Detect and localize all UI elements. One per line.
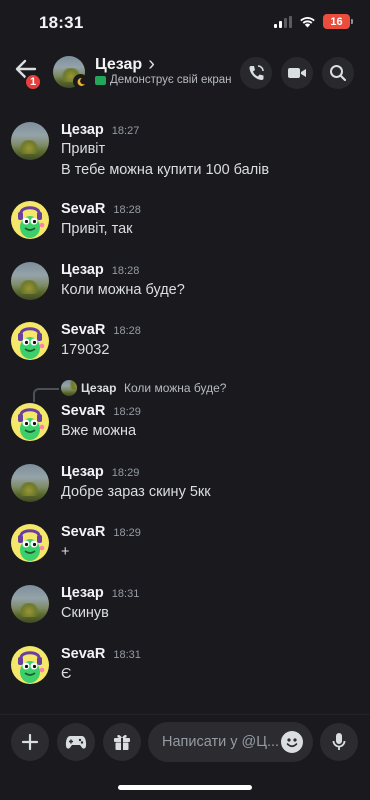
message-timestamp: 18:31 bbox=[113, 649, 141, 661]
avatar[interactable] bbox=[11, 403, 49, 441]
emoji-button[interactable] bbox=[281, 731, 303, 753]
message-text: Коли можна буде? bbox=[61, 282, 185, 298]
avatar[interactable] bbox=[11, 585, 49, 623]
battery-level: 16 bbox=[330, 15, 343, 28]
message-text: В тебе можна купити 100 балів bbox=[61, 162, 270, 178]
message-composer: Написати у @Ц... bbox=[0, 714, 370, 768]
message-text: Є bbox=[61, 666, 72, 682]
message-author[interactable]: SevaR bbox=[61, 524, 105, 540]
message-author[interactable]: Цезар bbox=[61, 262, 104, 278]
message-text: Привіт bbox=[61, 141, 106, 157]
message-text: Привіт, так bbox=[61, 221, 133, 237]
status-bar: 18:31 16 bbox=[0, 0, 370, 46]
message-timestamp: 18:28 bbox=[113, 325, 141, 337]
avatar[interactable] bbox=[11, 322, 49, 360]
message-input-placeholder: Написати у @Ц... bbox=[162, 734, 280, 750]
chevron-right-icon: › bbox=[148, 53, 155, 75]
message-author[interactable]: SevaR bbox=[61, 403, 105, 419]
avatar-character bbox=[18, 651, 45, 683]
gift-button[interactable] bbox=[103, 723, 141, 761]
avatar-character bbox=[18, 408, 45, 440]
avatar[interactable] bbox=[11, 524, 49, 562]
reply-author: Цезар bbox=[81, 381, 117, 395]
plus-icon bbox=[21, 733, 39, 751]
message-timestamp: 18:29 bbox=[113, 406, 141, 418]
wifi-icon bbox=[300, 16, 315, 27]
avatar-character bbox=[18, 327, 45, 359]
unread-badge: 1 bbox=[24, 73, 42, 91]
reply-text: Коли можна буде? bbox=[124, 381, 227, 395]
battery-indicator: 16 bbox=[323, 14, 353, 29]
video-camera-icon bbox=[288, 68, 306, 78]
message-author[interactable]: SevaR bbox=[61, 201, 105, 217]
message-text: Добре зараз скину 5кк bbox=[61, 484, 211, 500]
avatar-character bbox=[18, 529, 45, 561]
avatar[interactable] bbox=[11, 122, 49, 160]
video-call-button[interactable] bbox=[281, 57, 313, 89]
message-timestamp: 18:28 bbox=[113, 204, 141, 216]
message-text: Скинув bbox=[61, 605, 109, 621]
avatar[interactable] bbox=[11, 262, 49, 300]
message-author[interactable]: Цезар bbox=[61, 122, 104, 138]
reply-avatar bbox=[61, 380, 77, 396]
avatar[interactable] bbox=[11, 646, 49, 684]
microphone-icon bbox=[332, 733, 346, 750]
search-icon bbox=[330, 65, 347, 82]
chat-header: 1 Цезар › Демонструє свій екран bbox=[0, 46, 370, 100]
message-author[interactable]: SevaR bbox=[61, 646, 105, 662]
message-text: + bbox=[61, 544, 70, 560]
avatar-character bbox=[18, 206, 45, 238]
gift-icon bbox=[114, 735, 130, 750]
message-text: Вже можна bbox=[61, 423, 137, 439]
call-button[interactable] bbox=[240, 57, 272, 89]
message-timestamp: 18:28 bbox=[111, 265, 140, 277]
gamepad-icon bbox=[65, 736, 87, 749]
reply-reference[interactable]: Цезар Коли можна буде? bbox=[33, 380, 363, 402]
idle-status-icon bbox=[73, 74, 88, 89]
add-attachment-button[interactable] bbox=[11, 723, 49, 761]
search-button[interactable] bbox=[322, 57, 354, 89]
reply-spine bbox=[33, 388, 59, 402]
screen-share-icon bbox=[95, 75, 106, 85]
phone-icon bbox=[249, 65, 264, 80]
channel-name[interactable]: Цезар › bbox=[95, 53, 155, 76]
avatar[interactable] bbox=[11, 201, 49, 239]
activity-text: Демонструє свій екран bbox=[110, 74, 232, 86]
message-input[interactable]: Написати у @Ц... bbox=[148, 722, 313, 762]
avatar[interactable] bbox=[11, 464, 49, 502]
smiley-icon bbox=[286, 738, 298, 748]
message-timestamp: 18:29 bbox=[111, 467, 140, 479]
voice-message-button[interactable] bbox=[320, 723, 358, 761]
channel-name-text: Цезар bbox=[95, 55, 143, 73]
message-author[interactable]: Цезар bbox=[61, 464, 104, 480]
home-indicator bbox=[118, 785, 252, 790]
message-author[interactable]: Цезар bbox=[61, 585, 104, 601]
signal-icon bbox=[274, 15, 292, 28]
message-timestamp: 18:31 bbox=[111, 588, 140, 600]
message-author[interactable]: SevaR bbox=[61, 322, 105, 338]
clock: 18:31 bbox=[39, 13, 84, 32]
status-icons: 16 bbox=[274, 14, 353, 29]
message-timestamp: 18:29 bbox=[113, 527, 141, 539]
message-timestamp: 18:27 bbox=[111, 125, 140, 137]
activities-button[interactable] bbox=[57, 723, 95, 761]
message-text: 179032 bbox=[61, 342, 110, 358]
activity-status: Демонструє свій екран bbox=[95, 74, 232, 86]
